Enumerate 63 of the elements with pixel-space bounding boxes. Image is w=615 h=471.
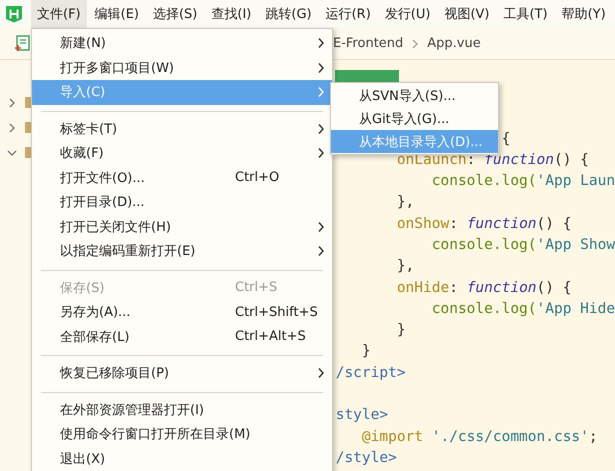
code-token: () { bbox=[536, 216, 572, 232]
code-token: function bbox=[466, 280, 537, 296]
code-token: 'App Laun bbox=[536, 173, 615, 190]
menu-bar-item[interactable]: 发行(U) bbox=[378, 0, 436, 28]
new-file-icon[interactable] bbox=[14, 34, 30, 52]
code-token: }, bbox=[396, 194, 414, 210]
code-token: @import bbox=[362, 428, 424, 445]
code-token: : bbox=[449, 216, 459, 232]
menu-item[interactable]: 以指定编码重新打开(E) bbox=[32, 239, 332, 264]
code-token: () { bbox=[554, 152, 589, 168]
code-token: /style> bbox=[336, 450, 397, 466]
app-logo-icon bbox=[5, 5, 23, 23]
chevron-icon[interactable] bbox=[7, 98, 17, 108]
menu-item[interactable]: 新建(N) bbox=[32, 31, 332, 56]
menu-item[interactable]: 全部保存(L) Ctrl+Alt+S bbox=[32, 324, 332, 349]
menu-item[interactable]: 收藏(F) bbox=[32, 141, 332, 166]
code-token: }, bbox=[396, 258, 414, 274]
code-token: : bbox=[466, 152, 476, 168]
chevron-icon[interactable] bbox=[7, 122, 17, 132]
code-token: } bbox=[396, 322, 406, 338]
code-token: } bbox=[362, 343, 371, 360]
code-token: { bbox=[502, 130, 510, 146]
code-token: style> bbox=[336, 407, 388, 424]
code-token: ; bbox=[588, 428, 598, 445]
menu-item[interactable]: 打开目录(D)... bbox=[32, 190, 332, 214]
menu-bar-item[interactable]: 工具(T) bbox=[498, 0, 554, 28]
menu-bar-item[interactable]: 帮助(Y) bbox=[556, 0, 612, 28]
menu-bar-item[interactable]: 运行(R) bbox=[320, 0, 377, 28]
code-token: onLaunch bbox=[396, 152, 467, 168]
menu-item[interactable]: 标签卡(T) bbox=[32, 116, 332, 141]
code-token: './css/common.css' bbox=[430, 428, 589, 445]
menu-item[interactable]: 从Git导入(G)... bbox=[331, 107, 498, 130]
menu-bar-item[interactable]: 跳转(G) bbox=[259, 0, 318, 28]
code-token: 'App Show bbox=[536, 236, 615, 253]
code-token: console.log( bbox=[432, 300, 537, 317]
menu-bar-item[interactable]: 查找(I) bbox=[205, 0, 258, 28]
menu-item[interactable]: 打开已关闭文件(H) bbox=[32, 214, 332, 239]
menu-bar-item[interactable]: 视图(V) bbox=[438, 0, 496, 28]
code-token: console.log( bbox=[432, 236, 537, 253]
code-token: console.log( bbox=[432, 173, 537, 190]
code-token: 'App Hide bbox=[536, 300, 615, 317]
menu-item[interactable]: 打开文件(O)... Ctrl+O bbox=[32, 166, 332, 190]
menu-item[interactable]: 在外部资源管理器打开(I) bbox=[32, 398, 332, 422]
menu-item[interactable]: 使用命令行窗口打开所在目录(M) bbox=[32, 422, 332, 446]
chevron-icon[interactable] bbox=[7, 148, 17, 158]
code-token: function bbox=[466, 216, 537, 232]
code-token: function bbox=[484, 152, 554, 168]
menu-bar-item[interactable]: 文件(F) bbox=[31, 0, 87, 28]
code-token: onShow bbox=[396, 216, 450, 232]
breadcrumb-item[interactable]: App.vue bbox=[427, 36, 481, 51]
menu-bar-item[interactable]: 选择(S) bbox=[146, 0, 204, 28]
chevron-right-icon bbox=[411, 38, 420, 50]
menu-item[interactable]: 恢复已移除项目(P) bbox=[32, 361, 332, 386]
menu-bar-item[interactable]: 编辑(E) bbox=[88, 0, 145, 28]
code-token: /script> bbox=[336, 364, 406, 381]
breadcrumb-item[interactable]: E-Frontend bbox=[333, 36, 404, 51]
menu-item[interactable]: 另存为(A)... Ctrl+Shift+S bbox=[32, 300, 332, 324]
code-token: onHide bbox=[396, 280, 450, 296]
menu-item[interactable]: 退出(X) bbox=[32, 446, 332, 471]
code-token: () { bbox=[536, 280, 572, 296]
menu-item[interactable]: 打开多窗口项目(W) bbox=[32, 56, 332, 80]
code-token: : bbox=[449, 280, 459, 296]
menu-item[interactable]: 从SVN导入(S)... bbox=[331, 84, 498, 107]
